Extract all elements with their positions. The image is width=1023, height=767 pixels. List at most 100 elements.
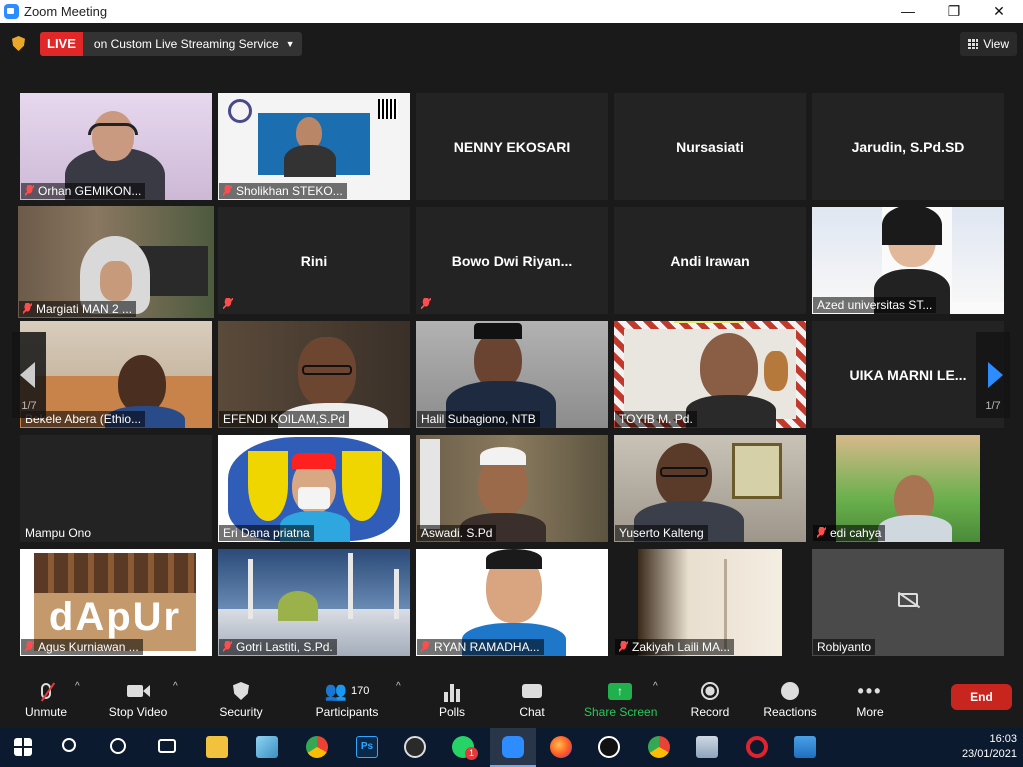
share-screen-icon: ↑ bbox=[584, 680, 656, 702]
mic-muted-icon bbox=[18, 680, 74, 702]
more-button[interactable]: ••• More bbox=[852, 680, 888, 720]
muted-mic-icon bbox=[223, 641, 232, 652]
participant-name: TOYIB M. Pd. bbox=[615, 411, 697, 427]
muted-mic-icon bbox=[223, 298, 233, 309]
unmute-button[interactable]: Unmute bbox=[18, 680, 74, 719]
muted-mic-icon bbox=[223, 185, 232, 196]
participant-tile[interactable]: Eri Dana priatna bbox=[218, 435, 410, 542]
video-options-chevron-icon[interactable]: ^ bbox=[173, 681, 178, 692]
page-indicator: 1/7 bbox=[985, 400, 1001, 412]
participant-tile[interactable]: RYAN RAMADHA... bbox=[416, 549, 608, 656]
participant-tile[interactable]: Rini bbox=[218, 207, 410, 314]
pen-tool-icon[interactable] bbox=[598, 736, 620, 758]
muted-mic-icon bbox=[421, 298, 431, 309]
participant-tile[interactable]: Bekele Abera (Ethio... bbox=[20, 321, 212, 428]
muted-mic-icon bbox=[23, 303, 32, 314]
meeting-toolbar: Unmute ^ Stop Video ^ Security 👥 170 Part… bbox=[0, 670, 1023, 728]
participant-name: RYAN RAMADHA... bbox=[417, 639, 544, 655]
live-stream-service-label: on Custom Live Streaming Service bbox=[93, 37, 279, 51]
opera-icon[interactable] bbox=[746, 736, 768, 758]
arrow-right-icon bbox=[988, 362, 1003, 388]
search-icon[interactable] bbox=[62, 738, 76, 752]
photos-icon[interactable] bbox=[794, 736, 816, 758]
participant-tile[interactable]: Robiyanto bbox=[812, 549, 1004, 656]
participant-tile[interactable]: dApUr Agus Kurniawan ... bbox=[20, 549, 212, 656]
close-button[interactable]: ✕ bbox=[976, 0, 1022, 23]
record-icon bbox=[688, 680, 732, 702]
share-options-chevron-icon[interactable]: ^ bbox=[653, 681, 658, 692]
task-view-icon[interactable] bbox=[158, 739, 176, 753]
obs-icon[interactable] bbox=[404, 736, 426, 758]
participant-display-name: Andi Irawan bbox=[670, 252, 750, 269]
windows-start-icon[interactable] bbox=[14, 738, 32, 756]
maximize-button[interactable]: ❐ bbox=[931, 0, 977, 23]
system-clock[interactable]: 16:03 23/01/2021 bbox=[962, 732, 1017, 762]
participants-options-chevron-icon[interactable]: ^ bbox=[396, 681, 401, 692]
chat-button[interactable]: Chat bbox=[512, 680, 552, 719]
participant-tile[interactable]: Bowo Dwi Riyan... bbox=[416, 207, 608, 314]
zoom-icon[interactable] bbox=[502, 736, 524, 758]
end-meeting-button[interactable]: End bbox=[951, 684, 1012, 710]
participant-tile[interactable]: Aswadi. S.Pd bbox=[416, 435, 608, 542]
share-screen-button[interactable]: ↑ Share Screen bbox=[584, 680, 657, 719]
participant-tile[interactable]: Andi Irawan bbox=[614, 207, 806, 314]
ellipsis-icon: ••• bbox=[857, 680, 883, 701]
participant-name: Gotri Lastiti, S.Pd. bbox=[219, 639, 337, 655]
participant-tile[interactable]: EFENDI KOILAM,S.Pd bbox=[218, 321, 410, 428]
polls-button[interactable]: Polls bbox=[432, 680, 472, 719]
window-titlebar: Zoom Meeting — ❐ ✕ bbox=[0, 0, 1023, 23]
participant-name: Aswadi. S.Pd bbox=[417, 525, 497, 541]
grid-icon bbox=[968, 39, 979, 49]
reactions-button[interactable]: Reactions bbox=[762, 680, 818, 719]
participant-tile[interactable]: Sholikhan STEKO... bbox=[218, 93, 410, 200]
file-explorer-icon[interactable] bbox=[206, 736, 228, 758]
participants-icon: 👥 170 bbox=[324, 680, 370, 701]
participant-tile[interactable]: Gotri Lastiti, S.Pd. bbox=[218, 549, 410, 656]
participant-tile[interactable]: Azed universitas ST... bbox=[812, 207, 1004, 314]
participant-name: Halil Subagiono, NTB bbox=[417, 411, 540, 427]
window-title: Zoom Meeting bbox=[24, 4, 108, 19]
security-button[interactable]: Security bbox=[212, 680, 270, 719]
view-button[interactable]: View bbox=[960, 32, 1017, 56]
whatsapp-icon[interactable]: 1 bbox=[452, 736, 478, 760]
notepad-icon[interactable] bbox=[256, 736, 278, 758]
chevron-down-icon[interactable]: ▼ bbox=[286, 39, 302, 49]
muted-mic-icon bbox=[817, 527, 826, 538]
notification-badge: 1 bbox=[465, 747, 478, 760]
participant-tile[interactable]: Yuserto Kalteng bbox=[614, 435, 806, 542]
remote-desktop-icon[interactable] bbox=[696, 736, 718, 758]
shield-icon bbox=[212, 680, 270, 702]
participant-tile[interactable]: Mampu Ono bbox=[20, 435, 212, 542]
participant-tile[interactable]: Jarudin, S.Pd.SD bbox=[812, 93, 1004, 200]
participant-tile[interactable]: NENNY EKOSARI bbox=[416, 93, 608, 200]
participants-button[interactable]: 👥 170 Participants bbox=[310, 680, 384, 720]
participant-tile-active-speaker[interactable]: Margiati MAN 2 ... bbox=[18, 206, 214, 318]
next-page-button[interactable]: 1/7 bbox=[976, 332, 1010, 418]
chrome-icon[interactable] bbox=[306, 736, 328, 758]
video-camera-icon bbox=[104, 680, 172, 702]
cortana-icon[interactable] bbox=[110, 738, 126, 754]
participant-name: edi cahya bbox=[813, 525, 886, 541]
firefox-icon[interactable] bbox=[550, 736, 572, 758]
participant-tile[interactable]: TOYIB M. Pd. bbox=[614, 321, 806, 428]
bar-chart-icon bbox=[432, 680, 472, 702]
security-shield-icon[interactable] bbox=[12, 36, 25, 51]
participant-name: Eri Dana priatna bbox=[219, 525, 314, 541]
participant-name: Margiati MAN 2 ... bbox=[19, 301, 137, 317]
live-streaming-indicator[interactable]: LIVE on Custom Live Streaming Service ▼ bbox=[40, 32, 302, 56]
muted-mic-icon bbox=[619, 641, 628, 652]
photoshop-icon[interactable]: Ps bbox=[356, 736, 378, 758]
stop-video-button[interactable]: Stop Video bbox=[104, 680, 172, 719]
participant-tile[interactable]: Orhan GEMIKON... bbox=[20, 93, 212, 200]
participant-name: Mampu Ono bbox=[25, 526, 92, 540]
audio-options-chevron-icon[interactable]: ^ bbox=[75, 681, 80, 692]
record-button[interactable]: Record bbox=[688, 680, 732, 719]
minimize-button[interactable]: — bbox=[885, 0, 931, 23]
participant-tile[interactable]: Zakiyah Laili MA... bbox=[614, 549, 806, 656]
participant-tile[interactable]: Halil Subagiono, NTB bbox=[416, 321, 608, 428]
participant-tile[interactable]: edi cahya bbox=[812, 435, 1004, 542]
previous-page-button[interactable]: 1/7 bbox=[12, 332, 46, 418]
participant-tile[interactable]: Nursasiati bbox=[614, 93, 806, 200]
participant-name: Agus Kurniawan ... bbox=[21, 639, 143, 655]
chrome-icon-2[interactable] bbox=[648, 736, 670, 758]
